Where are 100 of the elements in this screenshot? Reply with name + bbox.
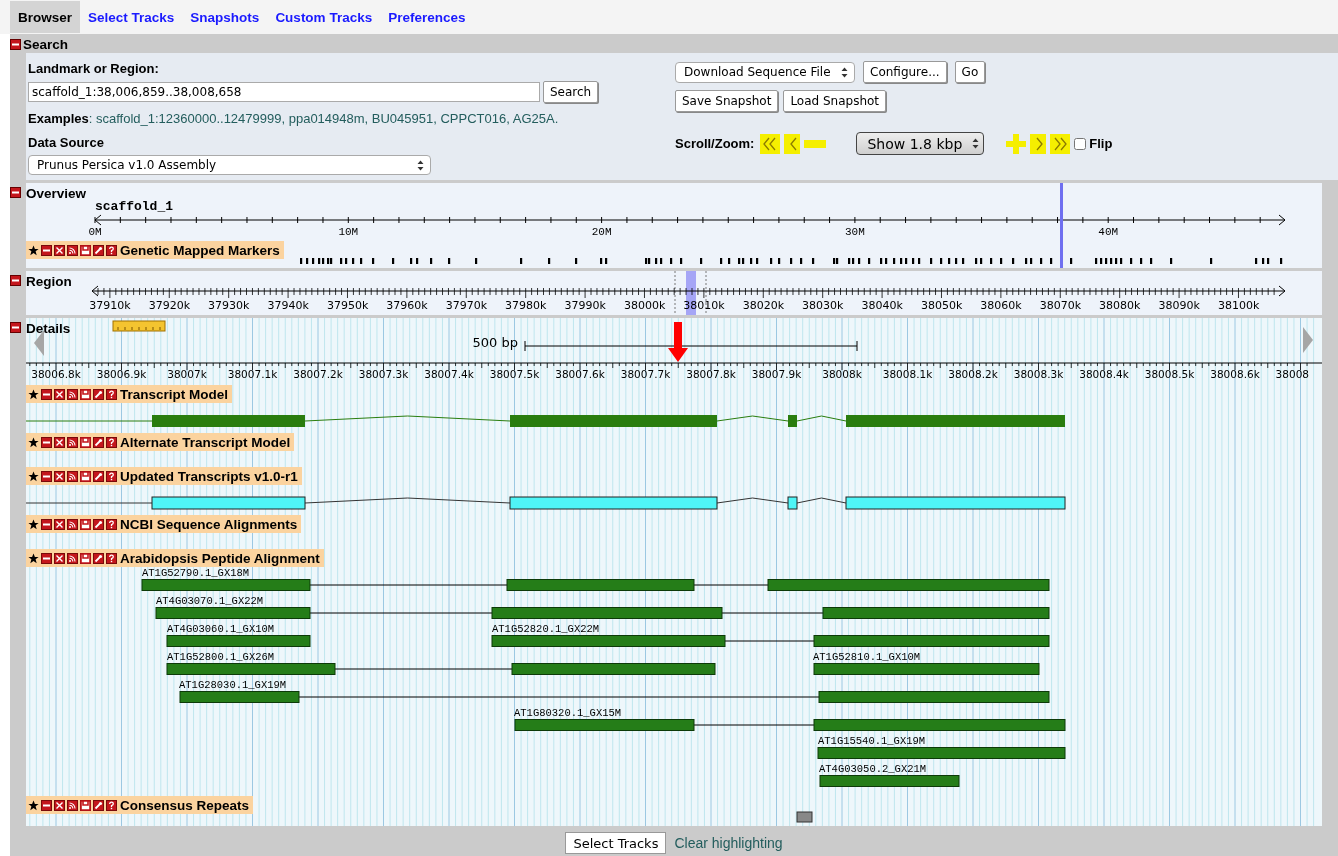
- alignment[interactable]: [491, 635, 1050, 647]
- close-icon[interactable]: [54, 244, 65, 256]
- ruler-label: 38030k: [802, 299, 844, 312]
- ruler-label: 37950k: [326, 299, 369, 312]
- close-icon[interactable]: [54, 799, 65, 811]
- star-icon[interactable]: [28, 388, 39, 400]
- feature-label: AT1G80320.1_GX15M: [514, 707, 622, 719]
- rss-icon[interactable]: [67, 470, 78, 482]
- flip-checkbox[interactable]: [1074, 137, 1087, 150]
- ruler-label: 38008.3k: [1013, 368, 1064, 380]
- ruler-label: 30M: [845, 226, 865, 238]
- rss-icon[interactable]: [67, 244, 78, 256]
- track-title: Transcript Model: [120, 386, 229, 402]
- tab[interactable]: Browser: [10, 1, 81, 33]
- save-icon[interactable]: [80, 518, 91, 530]
- field-label: Landmark or Region:: [28, 61, 160, 76]
- minus-icon[interactable]: [41, 470, 52, 482]
- track-title: Consensus Repeats: [120, 797, 250, 813]
- download-select[interactable]: Download Sequence File: [675, 61, 855, 83]
- save-icon[interactable]: [80, 799, 91, 811]
- clear-highlighting-link[interactable]: Clear highlighting: [674, 835, 783, 851]
- save-snapshot-button[interactable]: Save Snapshot: [675, 90, 779, 112]
- double-left-icon[interactable]: [760, 133, 781, 154]
- gene-model[interactable]: [26, 496, 1066, 510]
- star-icon[interactable]: [28, 244, 39, 256]
- minus-icon[interactable]: [41, 244, 52, 256]
- close-icon[interactable]: [54, 552, 65, 564]
- landmark-field[interactable]: scaffold_1:38,006,859..38,008,658: [28, 82, 540, 102]
- wrench-icon[interactable]: [93, 244, 104, 256]
- ruler-label: 38008k: [822, 368, 862, 380]
- help-icon[interactable]: [106, 436, 117, 448]
- save-icon[interactable]: [80, 552, 91, 564]
- ruler-label: 38007.8k: [686, 368, 736, 380]
- position-marker[interactable]: [1060, 183, 1063, 268]
- alignment[interactable]: [155, 607, 1050, 619]
- close-icon[interactable]: [54, 470, 65, 482]
- load-snapshot-button[interactable]: Load Snapshot: [783, 90, 887, 112]
- chromosome-name: scaffold_1: [95, 199, 173, 214]
- data-source-select[interactable]: Prunus Persica v1.0 Assembly: [28, 155, 431, 175]
- close-icon[interactable]: [54, 436, 65, 448]
- star-icon[interactable]: [28, 799, 39, 811]
- rss-icon[interactable]: [67, 799, 78, 811]
- select-tracks-button[interactable]: Select Tracks: [565, 832, 667, 854]
- tab[interactable]: Snapshots: [182, 1, 268, 33]
- rss-icon[interactable]: [67, 552, 78, 564]
- close-icon[interactable]: [54, 518, 65, 530]
- search-button[interactable]: Search: [543, 81, 599, 103]
- minus-icon[interactable]: [41, 388, 52, 400]
- collapse-icon[interactable]: [10, 187, 21, 198]
- minus-icon[interactable]: [41, 518, 52, 530]
- ruler-label: 37910k: [89, 299, 131, 312]
- go-button[interactable]: Go: [954, 61, 986, 83]
- star-icon[interactable]: [28, 470, 39, 482]
- save-icon[interactable]: [80, 244, 91, 256]
- wrench-icon[interactable]: [93, 552, 104, 564]
- minus-icon[interactable]: [41, 799, 52, 811]
- alignment[interactable]: [179, 691, 1050, 703]
- wrench-icon[interactable]: [93, 518, 104, 530]
- help-icon[interactable]: [106, 799, 117, 811]
- configure-button[interactable]: Configure...: [863, 61, 947, 83]
- rss-icon[interactable]: [67, 388, 78, 400]
- save-icon[interactable]: [80, 470, 91, 482]
- double-right-icon[interactable]: [1050, 133, 1071, 154]
- track-title: Updated Transcripts v1.0-r1: [120, 468, 298, 484]
- help-icon[interactable]: [106, 244, 117, 256]
- tab[interactable]: Select Tracks: [80, 1, 183, 33]
- star-icon[interactable]: [28, 436, 39, 448]
- save-icon[interactable]: [80, 388, 91, 400]
- right-icon[interactable]: [1030, 133, 1047, 154]
- rss-icon[interactable]: [67, 518, 78, 530]
- collapse-icon[interactable]: [10, 39, 21, 50]
- help-icon[interactable]: [106, 552, 117, 564]
- wrench-icon[interactable]: [93, 388, 104, 400]
- tab[interactable]: Custom Tracks: [267, 1, 381, 33]
- wrench-icon[interactable]: [93, 470, 104, 482]
- minus-icon[interactable]: [41, 436, 52, 448]
- alignment[interactable]: [514, 719, 1066, 731]
- minus-icon[interactable]: [41, 552, 52, 564]
- rss-icon[interactable]: [67, 436, 78, 448]
- close-icon[interactable]: [54, 388, 65, 400]
- section-title: Search: [23, 37, 69, 52]
- gene-model[interactable]: [26, 415, 1065, 427]
- alignment[interactable]: [166, 663, 716, 675]
- alignment[interactable]: [141, 579, 1050, 591]
- feature-label: AT4G03050.2_GX21M: [819, 763, 927, 775]
- wrench-icon[interactable]: [93, 799, 104, 811]
- save-icon[interactable]: [80, 436, 91, 448]
- star-icon[interactable]: [28, 518, 39, 530]
- left-icon[interactable]: [784, 133, 801, 154]
- tab[interactable]: Preferences: [380, 1, 474, 33]
- star-icon[interactable]: [28, 552, 39, 564]
- help-icon[interactable]: [106, 388, 117, 400]
- collapse-icon[interactable]: [10, 322, 21, 333]
- help-icon[interactable]: [106, 518, 117, 530]
- ruler-label: 38020k: [742, 299, 785, 312]
- ruler-label: 38007.4k: [424, 368, 474, 380]
- collapse-icon[interactable]: [10, 275, 21, 286]
- zoom-select[interactable]: Show 1.8 kbp: [856, 132, 985, 155]
- help-icon[interactable]: [106, 470, 117, 482]
- wrench-icon[interactable]: [93, 436, 104, 448]
